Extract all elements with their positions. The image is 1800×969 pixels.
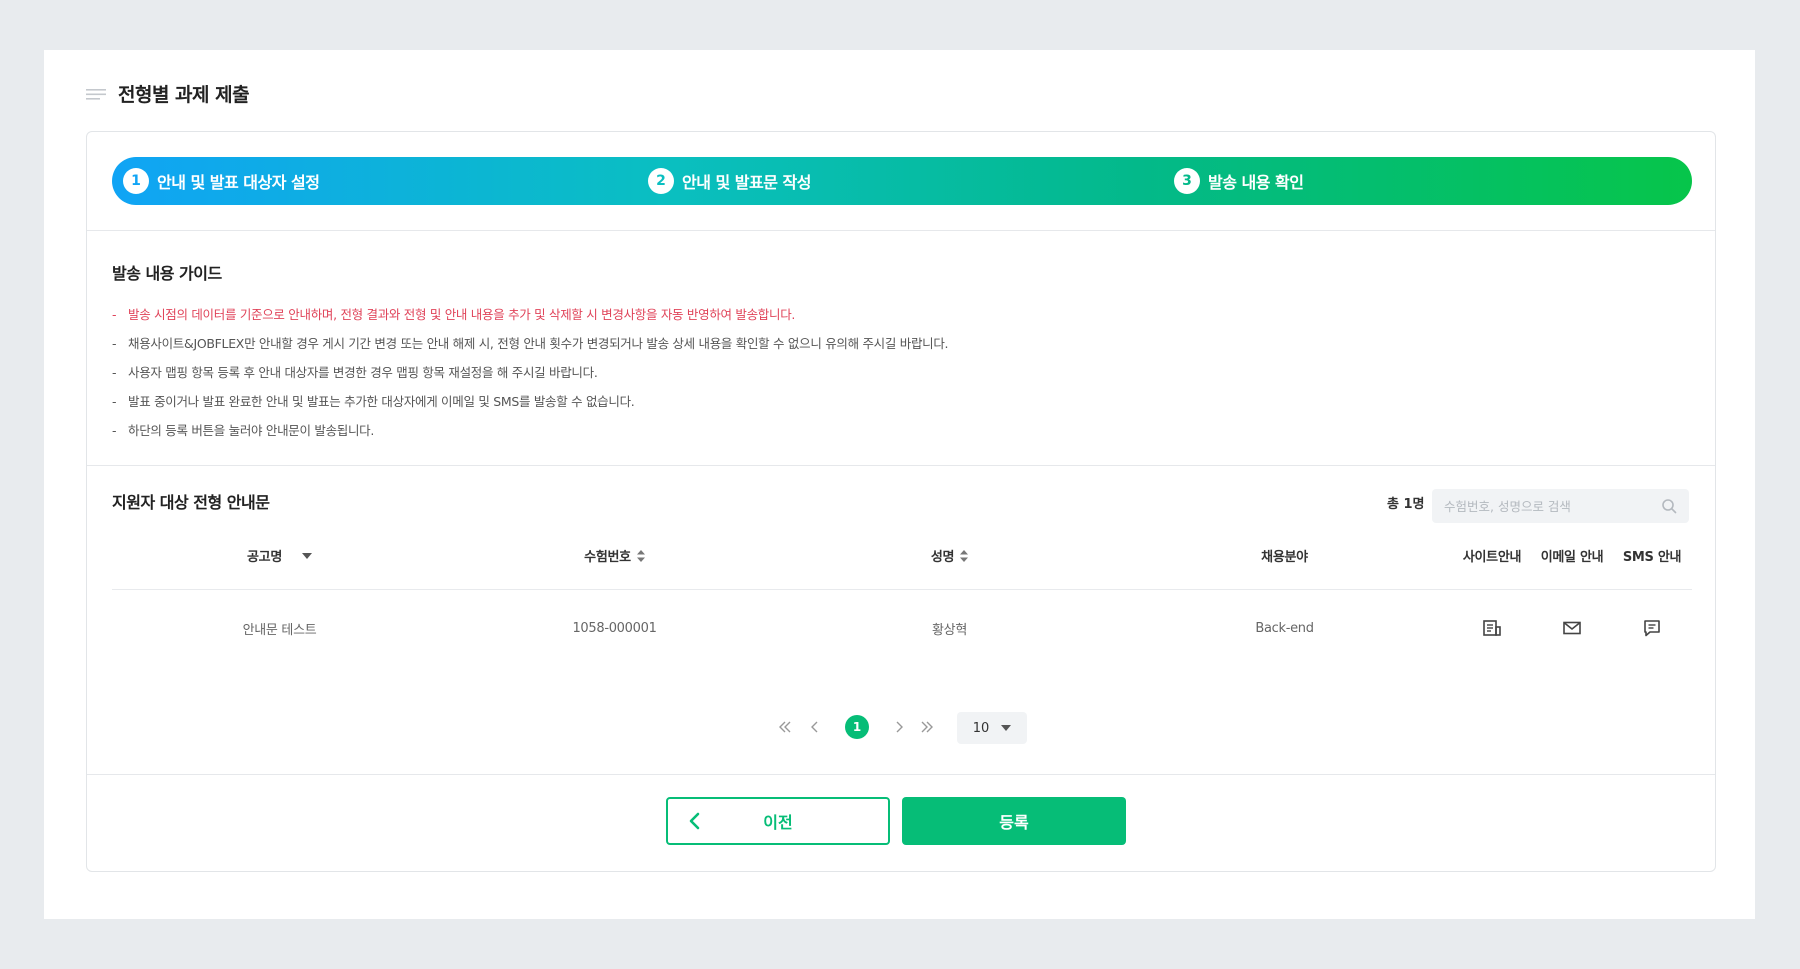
mail-icon[interactable] [1562, 618, 1582, 638]
col-sms: SMS 안내 [1612, 522, 1692, 589]
guide-item: - 발표 중이거나 발표 완료한 안내 및 발표는 추가한 대상자에게 이메일 및… [112, 387, 948, 416]
list-dash: - [112, 365, 117, 380]
guide-title: 발송 내용 가이드 [112, 264, 222, 283]
cell-exam-no: 1058-000001 [572, 620, 657, 636]
page-1-button[interactable]: 1 [843, 710, 871, 744]
col-posting[interactable]: 공고명 [112, 522, 447, 589]
prev-button[interactable]: 이전 [666, 797, 890, 845]
step-2-label: 안내 및 발표문 작성 [682, 173, 811, 192]
guide-item-text: 채용사이트&JOBFLEX만 안내할 경우 게시 기간 변경 또는 안내 해제 … [128, 336, 949, 351]
col-site-label: 사이트안내 [1462, 550, 1522, 565]
table-row: 안내문 테스트 1058-000001 황상혁 Back-end [112, 591, 1692, 665]
cell-email [1532, 591, 1612, 665]
double-chevron-left-icon [779, 721, 791, 733]
col-posting-label: 공고명 [247, 550, 282, 565]
guide-list: - 발송 시점의 데이터를 기준으로 안내하며, 전형 결과와 전형 및 안내 내… [112, 300, 949, 445]
col-email-label: 이메일 안내 [1540, 550, 1604, 565]
guide-item: - 하단의 등록 버튼을 눌러야 안내문이 발송됩니다. [112, 416, 948, 445]
cell-field: Back-end [1255, 620, 1314, 636]
first-page-button[interactable] [775, 710, 795, 744]
search-input[interactable] [1444, 498, 1661, 514]
list-dash: - [112, 423, 117, 438]
chat-icon[interactable] [1642, 618, 1662, 638]
submit-button[interactable]: 등록 [902, 797, 1126, 845]
step-2-number: 2 [648, 168, 674, 194]
chevron-right-icon [896, 721, 903, 733]
sort-icon[interactable] [960, 549, 969, 562]
main-card: 1 안내 및 발표 대상자 설정 2 안내 및 발표문 작성 3 발송 내용 확… [86, 131, 1716, 872]
step-1: 1 안내 및 발표 대상자 설정 [123, 157, 320, 205]
chevron-left-icon [689, 812, 700, 830]
last-page-button[interactable] [917, 710, 937, 744]
page-container: 전형별 과제 제출 1 안내 및 발표 대상자 설정 2 안내 및 발표문 작성… [44, 50, 1755, 919]
page-header: 전형별 과제 제출 [86, 80, 250, 107]
prev-page-button[interactable] [805, 710, 825, 744]
pagination: 1 10 [87, 710, 1715, 744]
col-name-label: 성명 [930, 550, 955, 565]
step-1-label: 안내 및 발표 대상자 설정 [157, 173, 320, 192]
col-name[interactable]: 성명 [782, 522, 1117, 589]
table-header: 공고명 수험번호 성명 채용분야 사이트안내 이메일 안내 SMS 안내 [112, 522, 1692, 590]
menu-lines-icon [86, 88, 106, 100]
list-dash: - [112, 307, 117, 322]
page-size-select[interactable]: 10 [957, 712, 1027, 744]
total-count: 총 1명 [1387, 497, 1425, 512]
guide-item-warning: - 발송 시점의 데이터를 기준으로 안내하며, 전형 결과와 전형 및 안내 내… [112, 300, 948, 329]
caret-down-icon [1001, 725, 1012, 731]
step-3: 3 발송 내용 확인 [1174, 157, 1304, 205]
cell-posting: 안내문 테스트 [242, 622, 317, 638]
applicants-title: 지원자 대상 전형 안내문 [112, 493, 270, 512]
caret-down-icon[interactable] [301, 552, 312, 559]
divider [87, 465, 1715, 466]
guide-item-text: 사용자 맵핑 항목 등록 후 안내 대상자를 변경한 경우 맵핑 항목 재설정을… [128, 365, 598, 380]
cell-sms [1612, 591, 1692, 665]
col-sms-label: SMS 안내 [1622, 550, 1682, 565]
cell-site [1452, 591, 1532, 665]
prev-button-label: 이전 [763, 813, 793, 832]
page-size-value: 10 [972, 720, 990, 736]
col-field-label: 채용분야 [1261, 550, 1308, 565]
current-page: 1 [845, 715, 869, 739]
divider [87, 774, 1715, 775]
step-3-label: 발송 내용 확인 [1208, 173, 1304, 192]
page-title: 전형별 과제 제출 [118, 84, 250, 106]
step-1-number: 1 [123, 168, 149, 194]
guide-item: - 채용사이트&JOBFLEX만 안내할 경우 게시 기간 변경 또는 안내 해제… [112, 329, 949, 358]
col-email: 이메일 안내 [1532, 522, 1612, 589]
guide-item-text: 발송 시점의 데이터를 기준으로 안내하며, 전형 결과와 전형 및 안내 내용… [128, 307, 796, 322]
guide-item: - 사용자 맵핑 항목 등록 후 안내 대상자를 변경한 경우 맵핑 항목 재설정… [112, 358, 948, 387]
divider [87, 230, 1715, 231]
list-dash: - [112, 336, 117, 351]
search-icon[interactable] [1661, 498, 1677, 514]
guide-item-text: 발표 중이거나 발표 완료한 안내 및 발표는 추가한 대상자에게 이메일 및 … [128, 394, 635, 409]
double-chevron-right-icon [921, 721, 933, 733]
step-3-number: 3 [1174, 168, 1200, 194]
chevron-left-icon [811, 721, 818, 733]
submit-button-label: 등록 [999, 813, 1029, 832]
col-field: 채용분야 [1117, 522, 1452, 589]
list-dash: - [112, 394, 117, 409]
progress-stepper: 1 안내 및 발표 대상자 설정 2 안내 및 발표문 작성 3 발송 내용 확… [112, 157, 1692, 205]
col-exam-no-label: 수험번호 [584, 550, 631, 565]
step-2: 2 안내 및 발표문 작성 [648, 157, 811, 205]
sort-icon[interactable] [636, 549, 645, 562]
cell-name: 황상혁 [932, 622, 967, 638]
site-notice-icon[interactable] [1482, 618, 1502, 638]
col-exam-no[interactable]: 수험번호 [447, 522, 782, 589]
col-site: 사이트안내 [1452, 522, 1532, 589]
guide-item-text: 하단의 등록 버튼을 눌러야 안내문이 발송됩니다. [128, 423, 375, 438]
next-page-button[interactable] [889, 710, 909, 744]
search-box [1432, 489, 1689, 523]
